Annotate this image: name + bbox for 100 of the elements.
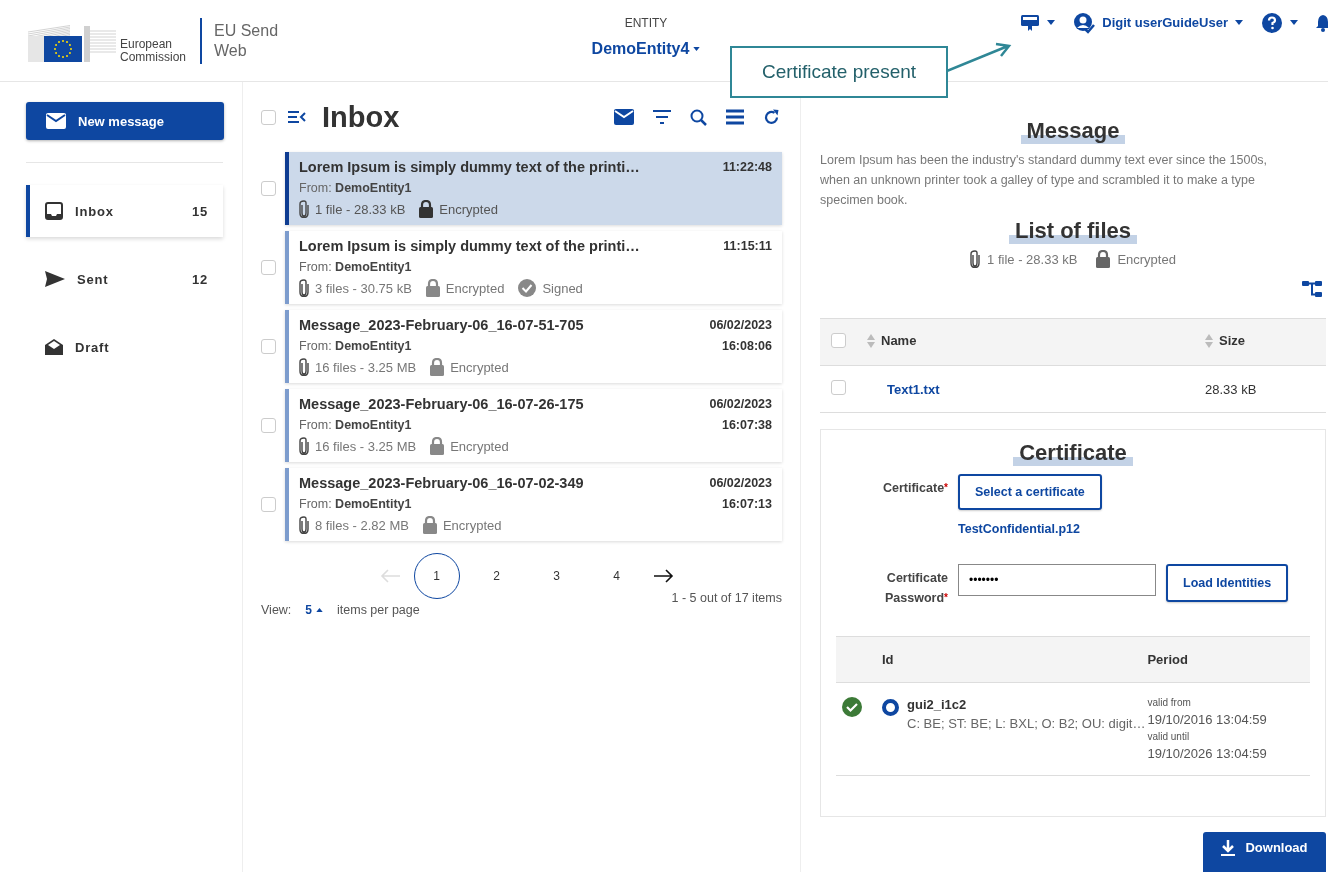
row-checkbox[interactable] bbox=[831, 380, 846, 395]
password-label: Certificate Password* bbox=[884, 570, 948, 607]
select-certificate-button[interactable]: Select a certificate bbox=[958, 474, 1102, 510]
page-button[interactable]: 4 bbox=[593, 553, 640, 599]
message-checkbox[interactable] bbox=[261, 418, 276, 433]
file-summary: 8 files - 2.82 MB bbox=[315, 517, 409, 533]
lock-icon bbox=[430, 437, 445, 455]
certificate-dropdown[interactable] bbox=[1020, 13, 1056, 32]
caret-icon bbox=[693, 46, 701, 51]
message-sender: From: DemoEntity1 bbox=[299, 180, 413, 197]
message-time: 16:08:06 bbox=[721, 338, 772, 355]
new-message-button[interactable]: New message bbox=[26, 102, 224, 140]
message-checkbox[interactable] bbox=[261, 339, 276, 354]
encrypted-label: Encrypted bbox=[450, 438, 509, 454]
lock-icon bbox=[425, 279, 440, 297]
message-sender: From: DemoEntity1 bbox=[299, 259, 413, 276]
item-range: 1 - 5 out of 17 items bbox=[671, 591, 782, 607]
message-sender: From: DemoEntity1 bbox=[299, 496, 413, 513]
next-page-arrow[interactable] bbox=[653, 569, 674, 583]
entity-dropdown[interactable]: DemoEntity4 bbox=[591, 39, 701, 58]
inbox-title: Inbox bbox=[322, 100, 400, 134]
message-body: Lorem Ipsum has been the industry's standard dummy text ever since the 1500s, when an unknown printer took a galley of type and scrambled it to make a type specimen book. bbox=[820, 152, 1269, 209]
paperclip-icon bbox=[299, 200, 309, 218]
message-checkbox[interactable] bbox=[261, 260, 276, 275]
message-checkbox[interactable] bbox=[261, 181, 276, 196]
user-icon bbox=[1073, 11, 1096, 34]
annotation-callout: Certificate present bbox=[730, 46, 948, 98]
encrypted-label: Encrypted bbox=[450, 359, 509, 375]
message-time: 11:22:48 bbox=[722, 159, 772, 176]
encrypted-label: Encrypted bbox=[1117, 251, 1176, 267]
certificate-file-name: TestConfidential.p12 bbox=[958, 522, 1081, 536]
page-button[interactable]: 2 bbox=[473, 553, 520, 599]
caret-icon bbox=[316, 608, 324, 612]
mail-icon[interactable] bbox=[614, 109, 634, 125]
page-button[interactable]: 3 bbox=[533, 553, 580, 599]
file-link[interactable]: Text1.txt bbox=[887, 381, 940, 397]
message-date: 06/02/2023 bbox=[709, 317, 772, 334]
load-identities-button[interactable]: Load Identities bbox=[1166, 564, 1289, 602]
paperclip-icon bbox=[299, 516, 309, 534]
lock-icon bbox=[430, 358, 445, 376]
logo-text: European Commission bbox=[120, 37, 186, 64]
app-name: EU Send Web bbox=[214, 20, 279, 61]
refresh-icon[interactable] bbox=[763, 108, 780, 126]
help-icon bbox=[1261, 11, 1283, 34]
identity-radio[interactable] bbox=[882, 699, 899, 716]
caret-icon bbox=[1047, 20, 1056, 25]
inbox-icon bbox=[45, 202, 63, 220]
paperclip-icon bbox=[299, 279, 309, 297]
filter-icon[interactable] bbox=[653, 110, 671, 124]
column-header[interactable]: Size bbox=[1205, 333, 1245, 349]
message-date: 06/02/2023 bbox=[709, 396, 772, 413]
paperclip-icon bbox=[299, 437, 309, 455]
message-card[interactable]: Message_2023-February-06_16-07-51-705 From: DemoEntity1 16 files - 3.25 MB Encrypted 06/02/2023 16:08:06 bbox=[285, 310, 782, 383]
message-checkbox[interactable] bbox=[261, 497, 276, 512]
list-icon[interactable] bbox=[726, 109, 744, 125]
page-size-dropdown[interactable]: 5 bbox=[305, 603, 324, 617]
file-summary: 1 file - 28.33 kB bbox=[987, 251, 1078, 267]
column-header[interactable]: Name bbox=[867, 333, 917, 349]
encrypted-label: Encrypted bbox=[442, 517, 502, 533]
message-subject: Message_2023-February-06_16-07-26-175 bbox=[299, 395, 584, 414]
help-dropdown[interactable] bbox=[1261, 11, 1298, 34]
message-card[interactable]: Message_2023-February-06_16-07-02-349 From: DemoEntity1 8 files - 2.82 MB Encrypted 06/02/2023 16:07:13 bbox=[285, 468, 782, 541]
encrypted-label: Encrypted bbox=[445, 280, 505, 296]
sidebar-item[interactable]: Draft bbox=[26, 321, 223, 373]
password-field[interactable]: ••••••• bbox=[958, 564, 1156, 596]
entity-label: ENTITY bbox=[624, 15, 668, 30]
user-menu[interactable]: Digit userGuideUser bbox=[1073, 11, 1243, 34]
envelope-icon bbox=[46, 113, 66, 129]
lock-icon bbox=[419, 200, 434, 218]
check-circle-icon bbox=[518, 279, 537, 297]
send-icon bbox=[45, 271, 65, 287]
message-subject: Message_2023-February-06_16-07-02-349 bbox=[299, 474, 584, 493]
hierarchy-icon[interactable] bbox=[1302, 280, 1322, 298]
valid-from-date: 19/10/2016 13:04:59 bbox=[1147, 712, 1268, 727]
items-per-page-label: items per page bbox=[337, 603, 420, 617]
file-summary: 16 files - 3.25 MB bbox=[315, 359, 417, 375]
file-summary: 1 file - 28.33 kB bbox=[315, 201, 406, 217]
sidebar-item[interactable]: Sent 12 bbox=[26, 253, 223, 305]
valid-until-label: valid until bbox=[1147, 731, 1191, 742]
signed-label: Signed bbox=[542, 280, 583, 296]
file-size: 28.33 kB bbox=[1205, 381, 1257, 397]
identity-id: gui2_i1c2 bbox=[907, 697, 968, 712]
download-icon bbox=[1221, 840, 1236, 856]
message-card[interactable]: Lorem Ipsum is simply dummy text of the printi… From: DemoEntity1 3 files - 30.75 kB Encrypted Signed 11:15:11 bbox=[285, 231, 782, 304]
message-card[interactable]: Message_2023-February-06_16-07-26-175 From: DemoEntity1 16 files - 3.25 MB Encrypted 06/02/2023 16:07:38 bbox=[285, 389, 782, 462]
encrypted-label: Encrypted bbox=[439, 201, 498, 217]
search-icon[interactable] bbox=[690, 108, 707, 126]
message-card[interactable]: Lorem Ipsum is simply dummy text of the printi… From: DemoEntity1 1 file - 28.33 kB Encrypted 11:22:48 bbox=[285, 152, 782, 225]
download-button[interactable]: Download bbox=[1203, 832, 1326, 872]
valid-from-label: valid from bbox=[1147, 697, 1192, 708]
bell-icon[interactable] bbox=[1316, 13, 1328, 32]
message-time: 16:07:13 bbox=[721, 496, 772, 513]
select-all-checkbox[interactable] bbox=[261, 109, 276, 125]
file-summary: 16 files - 3.25 MB bbox=[315, 438, 417, 454]
message-sender: From: DemoEntity1 bbox=[299, 338, 413, 355]
sidebar-item[interactable]: Inbox 15 bbox=[26, 185, 223, 237]
message-date: 06/02/2023 bbox=[709, 475, 772, 492]
message-subject: Message_2023-February-06_16-07-51-705 bbox=[299, 316, 584, 335]
select-all-checkbox[interactable] bbox=[831, 333, 846, 348]
collapse-menu-icon[interactable] bbox=[288, 111, 306, 123]
